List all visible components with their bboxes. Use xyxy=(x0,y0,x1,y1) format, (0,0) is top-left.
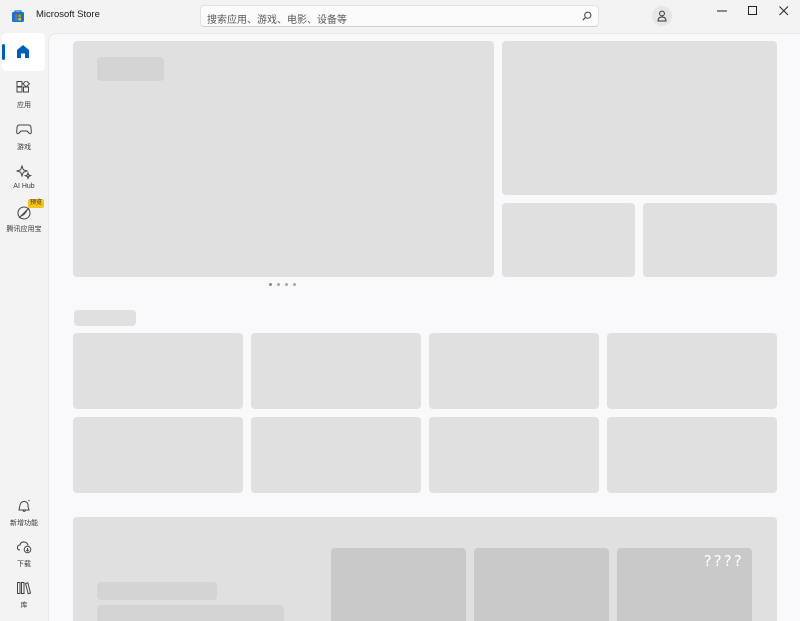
minimize-icon xyxy=(717,10,727,12)
feature-card-placeholder[interactable] xyxy=(502,203,635,277)
library-icon xyxy=(17,582,32,595)
app-title: Microsoft Store xyxy=(36,9,100,20)
hero-title-placeholder xyxy=(97,57,164,81)
app-tile-placeholder[interactable] xyxy=(607,333,777,409)
sparkle-icon xyxy=(16,164,32,180)
hero-banner-placeholder[interactable] xyxy=(73,41,494,277)
apps-icon xyxy=(16,81,30,93)
app-tile-placeholder[interactable] xyxy=(607,417,777,493)
app-tile-placeholder[interactable] xyxy=(73,417,243,493)
navigation-sidebar: 应用 游戏 AI Hub 预览 腾讯应用宝 新增功能 下载 库 xyxy=(0,33,48,621)
maximize-button[interactable] xyxy=(737,0,769,22)
sidebar-item-apps[interactable]: 应用 xyxy=(0,81,48,121)
sidebar-item-tencent-appstore[interactable]: 预览 腾讯应用宝 xyxy=(0,199,48,245)
app-tile-placeholder[interactable] xyxy=(251,333,421,409)
close-button[interactable] xyxy=(768,0,800,22)
sidebar-item-label: 下载 xyxy=(17,561,31,568)
sidebar-item-label: AI Hub xyxy=(13,183,35,190)
app-tile-placeholder[interactable] xyxy=(429,333,599,409)
carousel-dot[interactable] xyxy=(285,283,288,286)
minimize-button[interactable] xyxy=(706,0,738,22)
maximize-icon xyxy=(748,6,757,15)
cloud-download-icon xyxy=(16,541,32,554)
sidebar-item-label: 库 xyxy=(20,602,28,609)
sidebar-item-label: 腾讯应用宝 xyxy=(6,226,42,233)
app-tile-placeholder[interactable] xyxy=(251,417,421,493)
account-button[interactable] xyxy=(652,6,672,26)
promo-subtitle-placeholder xyxy=(97,605,284,621)
app-tile-placeholder[interactable] xyxy=(73,333,243,409)
carousel-dot[interactable] xyxy=(277,283,280,286)
gamepad-icon xyxy=(16,124,32,135)
carousel-dot[interactable] xyxy=(293,283,296,286)
search-input[interactable]: 搜索应用、游戏、电影、设备等 xyxy=(207,11,347,26)
carousel-dot-active[interactable] xyxy=(269,283,272,286)
search-icon[interactable] xyxy=(582,11,592,21)
feature-card-placeholder[interactable] xyxy=(643,203,777,277)
main-content: ???? xyxy=(48,33,800,621)
promo-title-placeholder xyxy=(97,582,217,600)
sidebar-item-home[interactable] xyxy=(2,33,45,71)
sidebar-item-label: 应用 xyxy=(17,102,31,109)
section-title-placeholder xyxy=(74,310,136,326)
app-tile-placeholder[interactable] xyxy=(429,417,599,493)
sidebar-item-ai-hub[interactable]: AI Hub xyxy=(0,164,48,204)
close-icon xyxy=(779,6,789,16)
person-icon xyxy=(657,10,667,22)
sidebar-item-label: 新增功能 xyxy=(10,520,38,527)
feature-card-placeholder[interactable] xyxy=(502,41,777,195)
selection-indicator xyxy=(2,44,5,60)
promo-section-placeholder: ???? xyxy=(73,517,777,621)
preview-badge: 预览 xyxy=(28,199,45,208)
sidebar-item-downloads[interactable]: 下载 xyxy=(0,540,48,580)
sidebar-item-label: 游戏 xyxy=(17,144,31,151)
promo-card-placeholder[interactable] xyxy=(474,548,609,621)
home-icon xyxy=(17,45,29,58)
sidebar-item-library[interactable]: 库 xyxy=(0,581,48,621)
tile-overlay-text: ???? xyxy=(703,552,744,570)
store-logo-icon xyxy=(12,10,24,22)
title-bar: Microsoft Store 搜索应用、游戏、电影、设备等 xyxy=(0,0,800,33)
promo-card-placeholder[interactable] xyxy=(331,548,466,621)
promo-card-placeholder[interactable]: ???? xyxy=(617,548,752,621)
bell-icon xyxy=(18,499,30,512)
search-box[interactable]: 搜索应用、游戏、电影、设备等 xyxy=(200,5,599,27)
sidebar-item-games[interactable]: 游戏 xyxy=(0,123,48,163)
sidebar-item-whats-new[interactable]: 新增功能 xyxy=(0,499,48,539)
